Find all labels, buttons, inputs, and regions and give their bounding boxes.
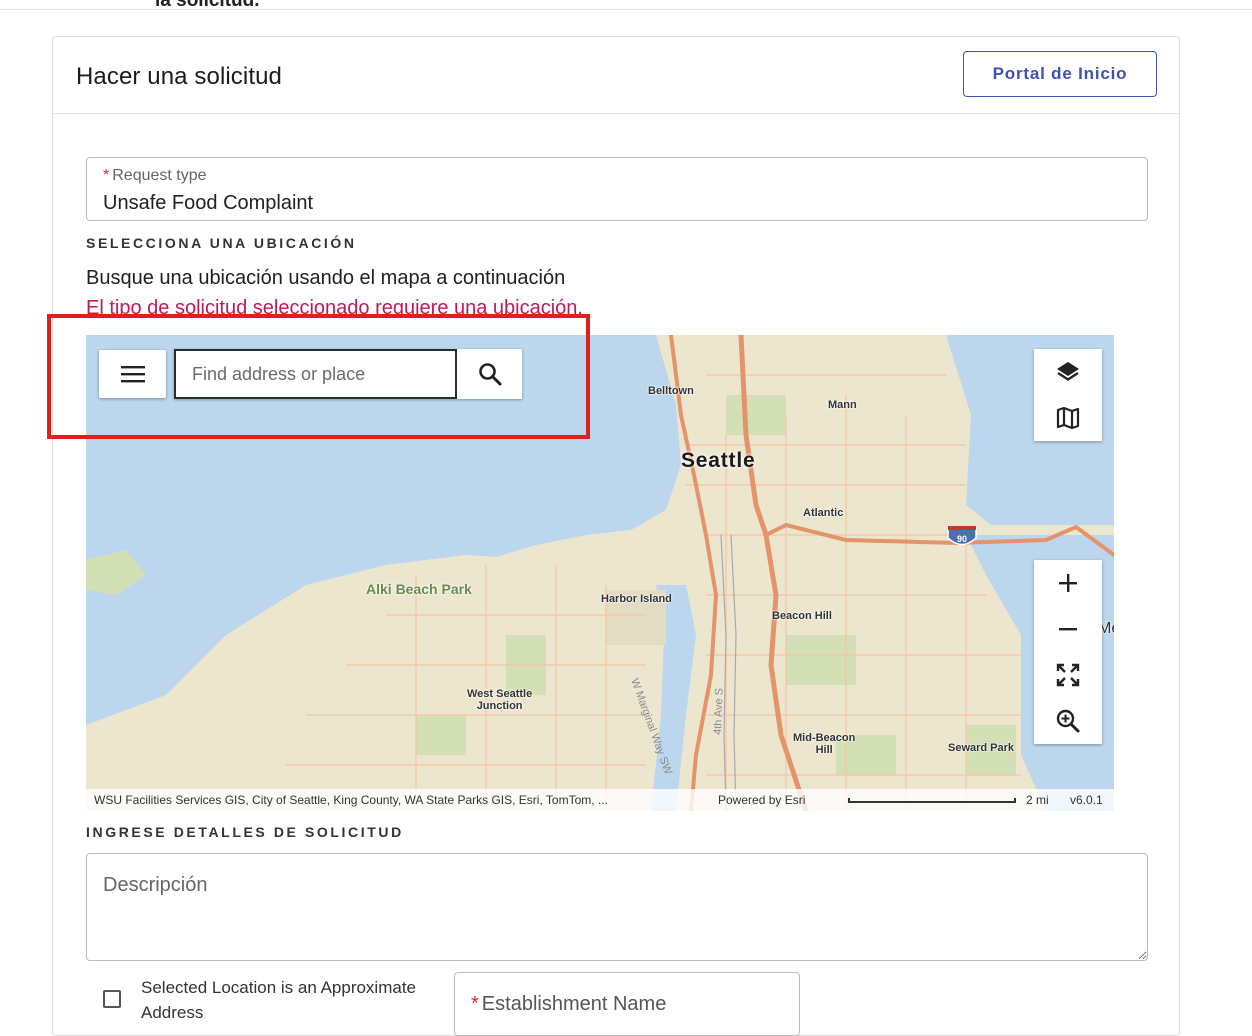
layers-icon [1057,362,1079,381]
map-menu-button[interactable] [99,350,166,398]
basemap-gallery-button[interactable] [1034,395,1102,441]
card-header: Hacer una solicitud Portal de Inicio [53,37,1179,114]
map-label-seattle: Seattle [681,449,756,472]
approximate-address-label: Selected Location is an Approximate Addr… [141,978,417,1022]
basemap: 90 W Marginal Way SW 4th Ave S [86,335,1114,811]
previous-text-fragment: la solicitud. [155,0,260,11]
hamburger-icon [120,366,145,383]
description-textarea[interactable] [86,853,1148,961]
required-marker: * [103,167,110,184]
map-layer-controls [1034,349,1102,441]
road-label-4th-ave: 4th Ave S [712,688,726,735]
layers-button[interactable] [1034,349,1102,395]
request-type-field[interactable]: * Request type Unsafe Food Complaint [86,157,1148,221]
portal-home-button[interactable]: Portal de Inicio [963,51,1157,97]
approximate-address-checkbox[interactable] [103,990,121,1008]
location-error: El tipo de solicitud seleccionado requie… [86,297,583,319]
establishment-required-marker: * [471,993,479,1015]
map-label-mann: Mann [828,399,857,411]
map-search-button[interactable] [457,349,522,399]
top-divider [0,9,1252,10]
establishment-name-label-text: Establishment Name [481,993,667,1015]
minus-icon [1059,628,1077,631]
scale-label: 2 mi [1026,793,1049,807]
map-label-mid-beacon: Mid-Beacon Hill [793,732,856,756]
search-icon [478,363,501,386]
fullscreen-button[interactable] [1034,652,1102,698]
location-hint: Busque una ubicación usando el mapa a co… [86,267,566,289]
request-type-value: Unsafe Food Complaint [103,192,314,214]
zoom-to-area-button[interactable] [1034,698,1102,744]
map-attribution[interactable]: WSU Facilities Services GIS, City of Sea… [94,793,608,807]
powered-by-esri[interactable]: Powered by Esri [718,793,805,807]
map-search-widget [174,349,522,399]
location-map[interactable]: 90 W Marginal Way SW 4th Ave S Belltown … [86,335,1114,811]
zoom-in-button[interactable] [1034,560,1102,606]
zoom-out-button[interactable] [1034,606,1102,652]
scale-bar [848,798,1016,803]
map-label-beacon-hill: Beacon Hill [772,610,832,622]
map-icon [1056,406,1080,430]
details-section-heading: INGRESE DETALLES DE SOLICITUD [86,824,404,840]
plus-icon [1059,574,1077,592]
establishment-name-label: * Establishment Name [471,993,666,1016]
location-section-heading: SELECCIONA UNA UBICACIÓN [86,235,357,251]
zoom-in-magnifier-icon [1056,709,1080,733]
map-label-harbor-island: Harbor Island [601,593,672,605]
map-label-belltown: Belltown [648,385,694,397]
expand-icon [1056,663,1080,687]
map-label-alki: Alki Beach Park [366,581,472,597]
request-card: Hacer una solicitud Portal de Inicio * Re… [52,36,1180,1036]
request-type-label: * Request type [103,167,207,185]
establishment-name-field[interactable]: * Establishment Name [454,972,800,1036]
map-label-atlantic: Atlantic [803,507,844,519]
map-attribution-bar: WSU Facilities Services GIS, City of Sea… [86,789,1114,811]
interstate-number: 90 [957,534,967,544]
map-zoom-controls [1034,560,1102,744]
map-version: v6.0.1 [1070,793,1103,807]
request-type-label-text: Request type [112,167,207,184]
page-title: Hacer una solicitud [76,63,283,90]
map-label-west-seattle: West Seattle Junction [467,688,533,712]
address-search-input[interactable] [174,349,457,399]
map-label-seward-park: Seward Park [948,742,1015,754]
